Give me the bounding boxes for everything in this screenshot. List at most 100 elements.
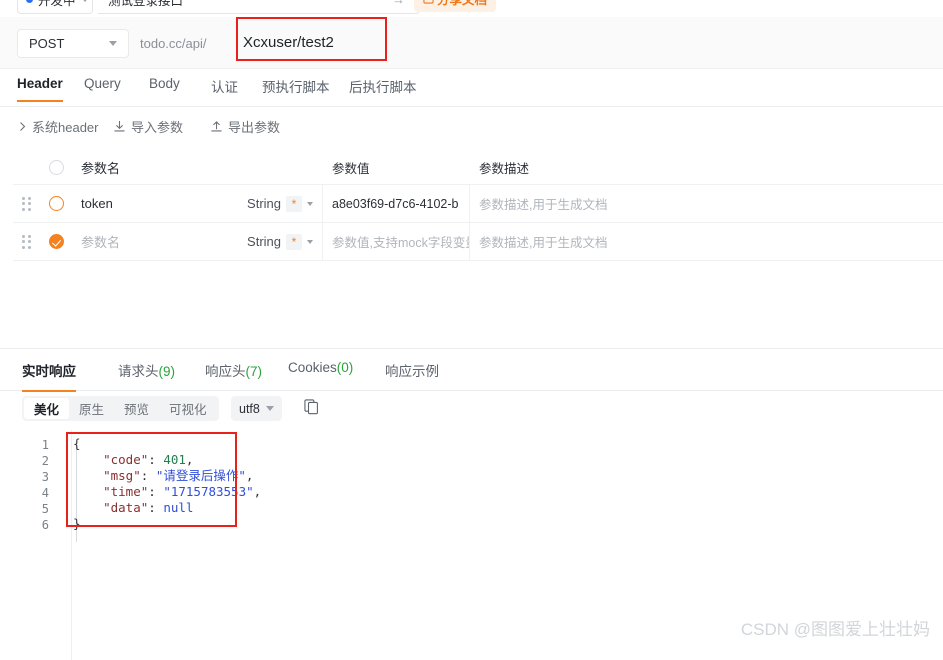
share-doc-button[interactable]: 分享文档 (414, 0, 497, 12)
view-mode-visual[interactable]: 可视化 (159, 398, 217, 419)
code-line: { (73, 436, 81, 452)
row-checkbox-unchecked-icon[interactable] (49, 196, 64, 211)
chevron-down-icon (265, 406, 274, 411)
row-type-group[interactable]: String * (247, 195, 322, 212)
code-line: "msg": "请登录后操作", (73, 468, 253, 484)
copy-icon (304, 399, 318, 415)
row-desc-cell[interactable]: 参数描述,用于生成文档 (470, 185, 943, 222)
tab-response-headers[interactable]: 响应头(7) (205, 360, 262, 392)
code-token-punc: : (140, 468, 156, 483)
tab-header[interactable]: Header (17, 76, 63, 102)
code-token-null: null (163, 500, 194, 515)
tab-response-example[interactable]: 响应示例 (385, 360, 439, 392)
copy-response-button[interactable] (304, 399, 319, 415)
row-name-cell[interactable]: token String * (73, 185, 323, 222)
tab-cookies[interactable]: Cookies(0) (288, 360, 353, 387)
line-number: 3 (41, 470, 49, 484)
row-name-cell[interactable]: 参数名 String * (73, 223, 323, 260)
code-line: "code": 401, (73, 452, 193, 468)
tab-postscript[interactable]: 后执行脚本 (349, 76, 417, 107)
row-drag-handle[interactable] (13, 234, 40, 249)
tab-cookies-label: Cookies (288, 360, 337, 375)
tab-response-headers-count: (7) (245, 364, 263, 379)
api-title-text: 测试登录接口 (108, 0, 184, 8)
row-drag-handle[interactable] (13, 196, 40, 211)
system-header-label: 系统header (32, 120, 99, 135)
api-meta-strip: 开发中 测试登录接口 → 分享文档 (0, 0, 943, 17)
code-token-punc: : (148, 452, 164, 467)
tab-request-headers[interactable]: 请求头(9) (118, 360, 175, 392)
row-checkbox-checked-icon[interactable] (49, 234, 64, 249)
chevron-down-icon[interactable] (307, 201, 313, 206)
code-token-punc: , (253, 484, 262, 499)
table-header-row: 参数名 参数值 参数描述 (13, 151, 943, 185)
tab-prescript[interactable]: 预执行脚本 (262, 76, 330, 107)
line-number: 2 (41, 454, 49, 468)
tab-response-example-label: 响应示例 (385, 364, 439, 379)
table-row[interactable]: token String * a8e03f69-d7c6-4102-b 参数描述… (13, 185, 943, 223)
code-token-punc (73, 468, 103, 483)
line-number: 6 (41, 518, 49, 532)
code-token-punc (73, 484, 103, 499)
share-doc-label: 分享文档 (437, 0, 487, 8)
row-value-cell[interactable]: 参数值,支持mock字段变量 (323, 223, 470, 260)
status-dot-icon (26, 0, 33, 3)
chevron-down-icon (109, 41, 117, 46)
col-header-name: 参数名 (73, 151, 323, 184)
row-enable-cell[interactable] (40, 196, 73, 211)
api-title-input[interactable]: 测试登录接口 (98, 0, 420, 14)
response-viewer-toolbar: 美化 原生 预览 可视化 utf8 (0, 390, 943, 426)
import-params-button[interactable]: 导入参数 (113, 117, 183, 136)
http-method-select[interactable]: POST (17, 29, 129, 58)
line-number: 4 (41, 486, 49, 500)
row-type-group[interactable]: String * (247, 233, 322, 250)
chevron-down-icon (80, 0, 89, 2)
tab-realtime-response-label: 实时响应 (22, 364, 76, 379)
tab-request-headers-label: 请求头 (118, 364, 159, 379)
api-status-dropdown[interactable]: 开发中 (17, 0, 93, 14)
required-star-icon[interactable]: * (286, 233, 302, 250)
encoding-select[interactable]: utf8 (231, 396, 282, 421)
col-header-desc: 参数描述 (470, 151, 943, 184)
export-params-label: 导出参数 (228, 120, 281, 135)
row-value-cell[interactable]: a8e03f69-d7c6-4102-b (323, 185, 470, 222)
select-all-cell[interactable] (40, 160, 73, 175)
code-token-str: "请登录后操作" (155, 468, 246, 483)
row-param-name: 参数名 (81, 235, 121, 250)
param-actions-row: 系统header 导入参数 导出参数 (0, 112, 943, 144)
code-line: } (73, 516, 81, 532)
tab-body[interactable]: Body (149, 76, 180, 102)
line-number: 5 (41, 502, 49, 516)
system-header-toggle[interactable]: 系统header (18, 117, 98, 136)
row-desc-cell[interactable]: 参数描述,用于生成文档 (470, 223, 943, 260)
select-all-checkbox-icon[interactable] (49, 160, 64, 175)
tab-realtime-response[interactable]: 实时响应 (22, 360, 76, 392)
encoding-label: utf8 (239, 401, 260, 416)
row-enable-cell[interactable] (40, 234, 73, 249)
table-row[interactable]: 参数名 String * 参数值,支持mock字段变量 参数描述,用于生成文档 (13, 223, 943, 261)
code-token-key: "data" (103, 500, 149, 515)
code-token-key: "code" (103, 452, 149, 467)
tab-response-headers-label: 响应头 (205, 364, 246, 379)
code-line: "data": null (73, 500, 193, 516)
send-arrow-icon[interactable]: → (392, 0, 405, 7)
tab-query[interactable]: Query (84, 76, 121, 102)
code-token-punc: : (148, 500, 164, 515)
response-section: 实时响应 请求头(9) 响应头(7) Cookies(0) 响应示例 (0, 348, 943, 392)
row-type-label: String (247, 234, 281, 249)
required-star-icon[interactable]: * (286, 195, 302, 212)
export-params-button[interactable]: 导出参数 (210, 117, 280, 136)
import-download-icon (114, 120, 125, 132)
view-mode-beautify[interactable]: 美化 (24, 398, 70, 419)
view-mode-raw[interactable]: 原生 (69, 398, 114, 419)
view-mode-preview[interactable]: 预览 (114, 398, 159, 419)
url-path-input[interactable]: Xcxuser/test2 (243, 34, 334, 51)
chevron-down-icon[interactable] (307, 239, 313, 244)
line-number: 1 (41, 438, 49, 452)
code-token-punc (73, 500, 103, 515)
code-token-punc: } (73, 516, 81, 531)
row-type-label: String (247, 196, 281, 211)
tab-auth[interactable]: 认证 (211, 76, 238, 107)
api-status-label: 开发中 (38, 0, 76, 8)
tab-request-headers-count: (9) (158, 364, 176, 379)
